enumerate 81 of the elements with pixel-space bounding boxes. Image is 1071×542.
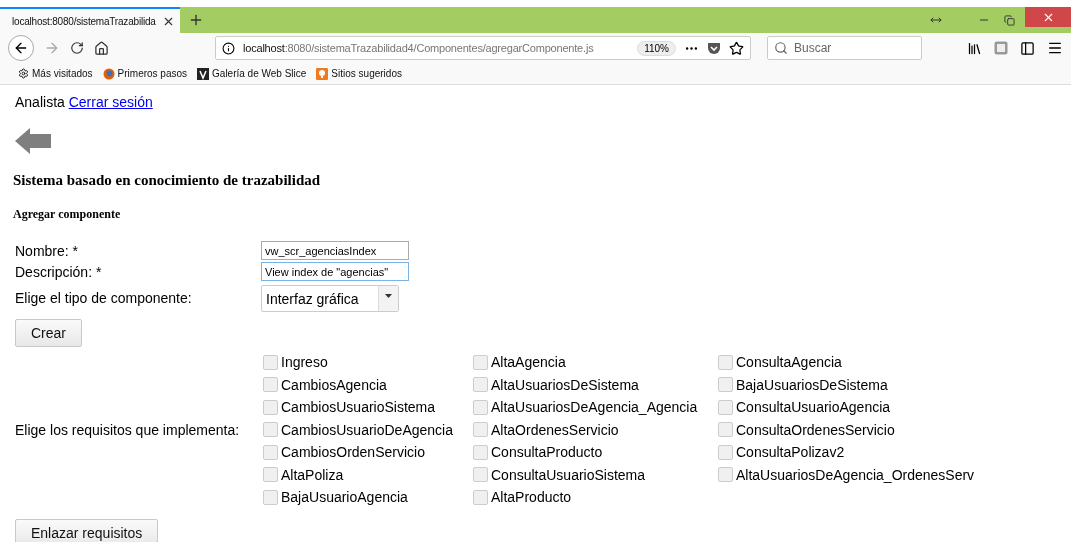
bookmark-link[interactable]: Sitios sugeridos	[316, 67, 402, 80]
checkbox-label: AltaPoliza	[281, 466, 344, 483]
close-window-button[interactable]	[1025, 7, 1071, 27]
checkbox[interactable]	[473, 377, 488, 393]
checkbox-label: CambiosAgencia	[281, 376, 387, 393]
search-field[interactable]: Buscar	[767, 36, 922, 60]
search-icon	[774, 41, 788, 55]
text-field[interactable]: vw_scr_agenciasIndex	[261, 241, 409, 260]
checkbox[interactable]	[473, 399, 488, 415]
screenshot-icon[interactable]	[994, 41, 1008, 55]
checkbox[interactable]	[473, 422, 488, 438]
checkbox[interactable]	[718, 354, 733, 370]
back-button[interactable]	[8, 35, 34, 61]
field-label: Elige los requisitos que implementa:	[15, 421, 241, 438]
checkbox-label: AltaProducto	[491, 489, 572, 506]
section-title: Agregar componente	[13, 207, 122, 222]
checkbox[interactable]	[473, 444, 488, 460]
text-field[interactable]: View index de "agencias"	[261, 262, 409, 281]
checkbox-label: ConsultaAgencia	[736, 354, 842, 371]
user-role: Analista	[15, 94, 65, 110]
checkbox-label: AltaOrdenesServicio	[491, 421, 619, 438]
link-requirements-button[interactable]: Enlazar requisitos	[15, 518, 159, 542]
address-bar[interactable]: localhost:8080/sistemaTrazabilidad4/Componentes/agregarComponente.js 110%	[215, 36, 751, 60]
checkbox-label: Ingreso	[281, 354, 328, 371]
checkbox[interactable]	[473, 489, 488, 505]
restore-icon[interactable]	[1004, 14, 1015, 26]
info-icon[interactable]	[222, 41, 235, 55]
back-arrow-icon[interactable]	[15, 126, 53, 156]
create-button[interactable]: Crear	[15, 319, 82, 347]
library-icon[interactable]	[967, 40, 982, 56]
slice-icon	[197, 67, 210, 80]
checkbox[interactable]	[718, 377, 733, 393]
checkbox[interactable]	[263, 422, 278, 438]
bulb-icon	[316, 67, 329, 80]
checkbox-label: AltaAgencia	[491, 354, 566, 371]
logout-link[interactable]: Cerrar sesión	[68, 94, 153, 110]
star-icon[interactable]	[729, 40, 744, 56]
checkbox[interactable]	[718, 467, 733, 483]
checkbox-label: ConsultaPolizav2	[736, 444, 845, 461]
checkbox[interactable]	[473, 467, 488, 483]
checkbox[interactable]	[263, 354, 278, 370]
checkbox-label: CambiosUsuarioSistema	[281, 399, 436, 416]
sidebar-icon[interactable]	[1020, 40, 1035, 56]
field-label: Elige el tipo de componente:	[15, 289, 193, 306]
bookmark-link[interactable]: Más visitados	[18, 68, 93, 79]
checkbox[interactable]	[718, 399, 733, 415]
field-label: Nombre: *	[15, 242, 80, 259]
checkbox-label: AltaUsuariosDeAgencia_OrdenesServ	[736, 466, 975, 483]
checkbox-label: AltaUsuariosDeSistema	[491, 376, 639, 393]
gear-icon	[18, 68, 29, 79]
checkbox-label: ConsultaUsuarioAgencia	[736, 399, 891, 416]
home-icon[interactable]	[94, 40, 109, 56]
checkbox-label: BajaUsuarioAgencia	[281, 489, 408, 506]
checkbox-label: ConsultaUsuarioSistema	[491, 466, 646, 483]
checkbox-label: AltaUsuariosDeAgencia_Agencia	[491, 399, 698, 416]
checkbox[interactable]	[263, 444, 278, 460]
checkbox[interactable]	[263, 399, 278, 415]
reload-icon[interactable]	[70, 41, 84, 55]
checkbox[interactable]	[263, 467, 278, 483]
checkbox-label: ConsultaProducto	[491, 444, 603, 461]
checkbox[interactable]	[718, 444, 733, 460]
pocket-icon[interactable]	[707, 41, 721, 55]
bookmark-link[interactable]: Galería de Web Slice	[197, 67, 307, 80]
checkbox[interactable]	[473, 354, 488, 370]
checkbox[interactable]	[263, 377, 278, 393]
checkbox-label: CambiosUsuarioDeAgencia	[281, 421, 453, 438]
zoom-level[interactable]: 110%	[637, 40, 676, 56]
type-dropdown[interactable]: Interfaz gráfica	[261, 285, 399, 312]
forward-icon[interactable]	[44, 40, 60, 56]
bookmark-link[interactable]: Primeros pasos	[102, 67, 188, 80]
checkbox-label: ConsultaOrdenesServicio	[736, 421, 895, 438]
checkbox[interactable]	[718, 422, 733, 438]
page-title: Sistema basado en conocimiento de trazabilidad	[13, 172, 322, 189]
globe-icon	[102, 67, 115, 80]
menu-icon[interactable]	[1047, 40, 1063, 56]
checkbox[interactable]	[263, 489, 278, 505]
caret-icon	[385, 294, 392, 298]
field-label: Descripción: *	[15, 263, 103, 280]
checkbox-label: BajaUsuariosDeSistema	[736, 376, 888, 393]
checkbox-label: CambiosOrdenServicio	[281, 444, 425, 461]
browser-tab[interactable]: localhost:8080/sistemaTrazabilida	[0, 7, 180, 33]
